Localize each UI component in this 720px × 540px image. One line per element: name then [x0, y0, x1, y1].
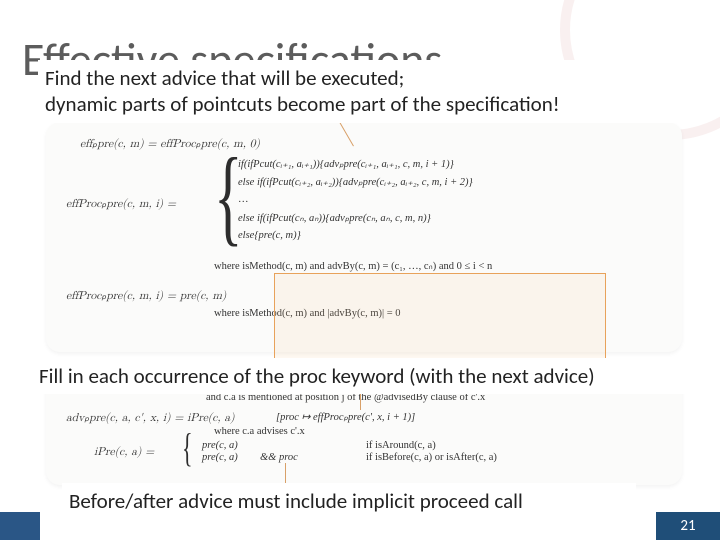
page-number: 21 [656, 512, 720, 540]
callout-middle: Fill in each occurrence of the proc keyw… [34, 360, 714, 392]
callout-top-line1: Find the next advice that will be execut… [45, 65, 404, 91]
eq-case3: else if(ifPcut(cₙ, aₙ)){advₚpre(cₙ, aₙ, … [238, 212, 431, 224]
eq-where1: where isMethod(c, m) and advBy(c, m) = (… [214, 260, 492, 272]
eq-effproc-base: effProcₚpre(c, m, i) = pre(c, m) [66, 288, 226, 303]
eq-ipre-lhs: iPre(c, a) = [94, 446, 154, 459]
eq-case1: if(ifPcut(cᵢ₊₁, aᵢ₊₁)){advₚpre(cᵢ₊₁, aᵢ₊… [238, 158, 454, 170]
eq-advpre-where: where c.a advises c'.x [214, 426, 305, 437]
eq-mention: and c.a is mentioned at position j of th… [206, 392, 485, 403]
formula-panel-1: effₚpre(c, m) = effProcₚpre(c, m, 0) eff… [46, 122, 682, 352]
eq-ipre-c1: if isAround(c, a) [366, 440, 436, 451]
callout-top-line2: dynamic parts of pointcuts become part o… [45, 91, 560, 117]
eq-effproc-lhs: effProcₚpre(c, m, i) = [66, 196, 176, 211]
eq-advpre-sub: [proc ↦ effProcₚpre(c', x, i + 1)] [276, 411, 415, 423]
brace-small-icon: { [182, 430, 193, 466]
eq-ipre-andproc: && proc [260, 452, 298, 463]
eq-case-dots: … [238, 194, 249, 205]
eq-advpre-lhs: advₚpre(c, a, c', x, i) = iPre(c, a) [66, 410, 235, 425]
eq-case4: else{pre(c, m)} [238, 230, 301, 241]
eq-case2: else if(ifPcut(cᵢ₊₂, aᵢ₊₂)){advₚpre(cᵢ₊₂… [238, 176, 473, 188]
callout-top: Find the next advice that will be execut… [40, 62, 685, 121]
callout-bottom: Before/after advice must include implici… [64, 485, 634, 517]
pointer-line-3 [285, 463, 286, 485]
eq-ipre-r2: pre(c, a) [202, 452, 238, 463]
formula-panel-2: and c.a is mentioned at position j of th… [46, 390, 682, 485]
eq-ipre-c2: if isBefore(c, a) or isAfter(c, a) [366, 452, 497, 463]
eq-ipre-r1: pre(c, a) [202, 440, 238, 451]
footer-bar [0, 512, 40, 540]
slide: Effective specifications Find the next a… [0, 0, 720, 540]
